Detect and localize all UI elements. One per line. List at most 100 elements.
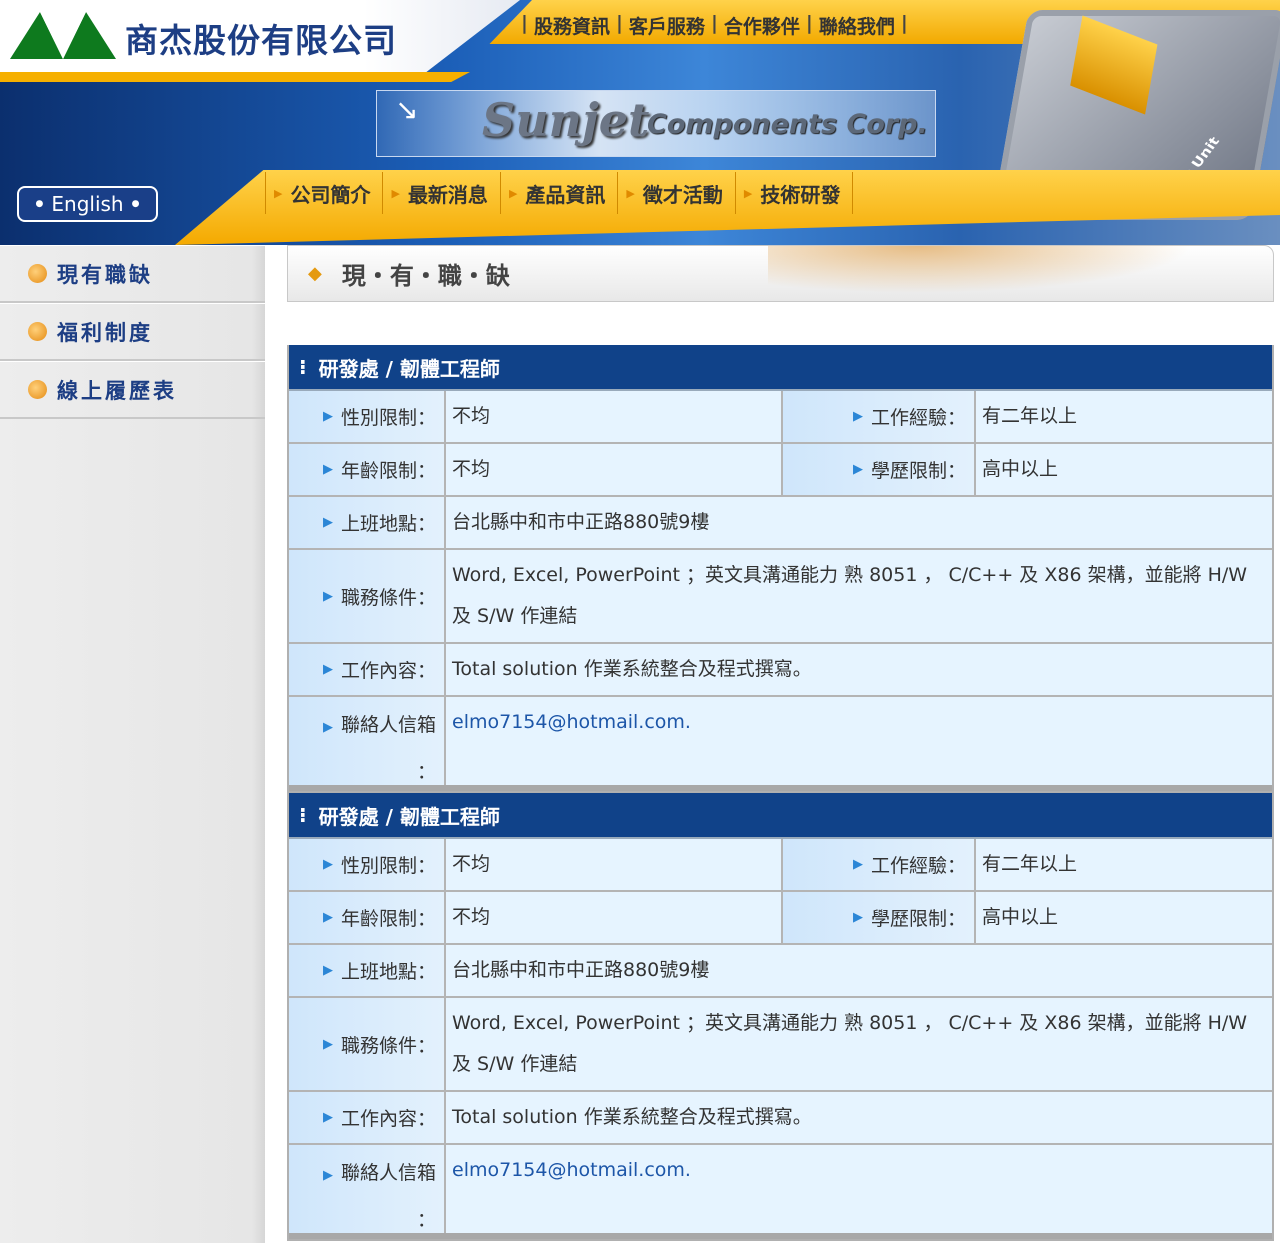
table-row: ▶ 年齡限制： 不均 ▶ 學歷限制： 高中以上: [289, 444, 1272, 497]
label-text: 年齡限制：: [340, 460, 436, 482]
arrow-right-icon: ▶: [322, 1168, 333, 1183]
label-text: 工作經驗：: [870, 407, 966, 429]
sidebar-item-label: 線上履歷表: [57, 378, 177, 403]
arrow-right-icon: ▶: [322, 1036, 333, 1052]
content-value: Total solution 作業系統整合及程式撰寫。: [452, 1106, 812, 1128]
nav-rnd[interactable]: ▶ 技術研發: [734, 172, 854, 214]
gender-value: 不均: [452, 405, 491, 427]
top-nav-partners[interactable]: 合作夥伴: [724, 12, 800, 39]
arrow-right-icon: ▶: [852, 462, 863, 477]
nav-news[interactable]: ▶ 最新消息: [382, 172, 499, 214]
nav-label: 產品資訊: [525, 182, 606, 207]
top-nav-shareholder[interactable]: 股務資訊: [534, 12, 610, 39]
experience-value: 有二年以上: [982, 405, 1078, 427]
separator: |: [805, 12, 813, 34]
nav-recruitment[interactable]: ▶ 徵才活動: [617, 172, 734, 214]
label-text: 年齡限制：: [340, 908, 436, 930]
dots-icon: ⁝: [299, 355, 307, 379]
english-button[interactable]: ● English ●: [17, 186, 158, 222]
arrow-right-icon: ▶: [322, 720, 333, 735]
age-value: 不均: [452, 458, 491, 480]
sidebar-item-resume[interactable]: 線上履歷表: [0, 361, 265, 419]
table-row: ▶ 性別限制： 不均 ▶ 工作經驗： 有二年以上: [289, 391, 1272, 444]
table-row: ▶ 職務條件： Word, Excel, PowerPoint ；英文具溝通能力 熟…: [289, 998, 1272, 1092]
field-label: ▶ 工作內容：: [289, 644, 446, 695]
field-label: ▶ 年齡限制：: [289, 444, 446, 495]
table-row: ▶ 性別限制： 不均 ▶ 工作經驗： 有二年以上: [289, 839, 1272, 892]
field-label: ▶ 聯絡人信箱 ：: [289, 1145, 446, 1233]
nav-products[interactable]: ▶ 產品資訊: [499, 172, 617, 214]
triangle-icon: ▶: [626, 186, 635, 200]
content-value: Total solution 作業系統整合及程式撰寫。: [452, 658, 812, 680]
label-text: 職務條件：: [340, 586, 436, 609]
gender-value: 不均: [452, 853, 491, 875]
dots-icon: ⁝: [299, 803, 307, 827]
label-text: 職務條件：: [340, 1034, 436, 1057]
arrow-right-icon: ▶: [322, 588, 333, 604]
label-colon: ：: [416, 761, 436, 783]
email-link[interactable]: elmo7154@hotmail.com.: [452, 702, 691, 743]
arrow-right-icon: ▶: [322, 963, 333, 978]
field-label: ▶ 聯絡人信箱 ：: [289, 697, 446, 785]
job-table: ⁝ 研發處 / 韌體工程師 ▶ 性別限制： 不均 ▶ 工作經驗： 有二年以上 ▶ 年齡限制： 不…: [287, 793, 1274, 1241]
requirements-value: Word, Excel, PowerPoint ；英文具溝通能力 熟 8051 …: [452, 564, 1248, 627]
job-title: 研發處 / 韌體工程師: [318, 804, 500, 829]
label-text: 聯絡人信箱: [340, 1162, 436, 1184]
page-title-bar: ◆ 現・有・職・缺: [287, 245, 1274, 302]
table-row: ▶ 上班地點： 台北縣中和市中正路880號9樓: [289, 497, 1272, 550]
field-label: ▶ 性別限制：: [289, 391, 446, 442]
top-nav-customer-service[interactable]: 客戶服務: [629, 12, 705, 39]
job-list: ⁝ 研發處 / 韌體工程師 ▶ 性別限制： 不均 ▶ 工作經驗： 有二年以上 ▶ 年齡限制： 不…: [287, 345, 1274, 1241]
field-label: ▶ 學歷限制：: [781, 892, 976, 943]
brand-word: Sunjet: [482, 93, 650, 147]
experience-value: 有二年以上: [982, 853, 1078, 875]
job-title-bar: ⁝ 研發處 / 韌體工程師: [289, 345, 1272, 391]
requirements-value: Word, Excel, PowerPoint ；英文具溝通能力 熟 8051 …: [452, 1012, 1248, 1075]
bullet-icon: [28, 322, 47, 341]
top-nav-contact[interactable]: 聯絡我們: [819, 12, 895, 39]
email-link[interactable]: elmo7154@hotmail.com.: [452, 1150, 691, 1191]
label-text: 上班地點：: [340, 961, 436, 983]
company-logo-icon[interactable]: [10, 12, 116, 59]
label-text: 學歷限制：: [870, 908, 966, 930]
sidebar-item-benefits[interactable]: 福利制度: [0, 303, 265, 361]
bullet-icon: [28, 380, 47, 399]
field-label: ▶ 性別限制：: [289, 839, 446, 890]
arrow-right-icon: ▶: [852, 857, 863, 872]
label-text: 性別限制：: [340, 855, 436, 877]
nav-about[interactable]: ▶ 公司簡介: [265, 172, 382, 214]
arrow-right-icon: ▶: [322, 910, 333, 925]
english-label: English: [51, 192, 124, 216]
label-text: 工作經驗：: [870, 855, 966, 877]
label-text: 性別限制：: [340, 407, 436, 429]
nav-label: 最新消息: [407, 182, 488, 207]
main-nav: ▶ 公司簡介 ▶ 最新消息 ▶ 產品資訊 ▶ 徵才活動 ▶ 技術研發: [265, 172, 854, 214]
triangle-icon: ▶: [508, 186, 518, 200]
separator: |: [615, 12, 623, 34]
table-row: ▶ 聯絡人信箱 ： elmo7154@hotmail.com.: [289, 1145, 1272, 1239]
field-label: ▶ 上班地點：: [289, 497, 446, 548]
label-text: 聯絡人信箱: [340, 714, 436, 736]
arrow-right-icon: ▶: [322, 857, 333, 872]
location-value: 台北縣中和市中正路880號9樓: [452, 511, 710, 533]
diamond-icon: ◆: [308, 263, 322, 284]
table-row: ▶ 聯絡人信箱 ： elmo7154@hotmail.com.: [289, 697, 1272, 791]
arrow-right-icon: ▶: [322, 515, 333, 530]
label-text: 學歷限制：: [870, 460, 966, 482]
field-label: ▶ 工作內容：: [289, 1092, 446, 1143]
nav-label: 技術研發: [760, 182, 841, 207]
brand-banner: ↘ Sunjet Components Corp.: [376, 90, 936, 157]
arrow-right-icon: ▶: [852, 409, 863, 424]
label-colon: ：: [416, 1209, 436, 1231]
company-name: 商杰股份有限公司: [125, 21, 397, 60]
arrow-right-icon: ▶: [322, 1110, 333, 1125]
age-value: 不均: [452, 906, 491, 928]
page-title: 現・有・職・缺: [341, 262, 510, 290]
education-value: 高中以上: [982, 458, 1059, 480]
table-row: ▶ 年齡限制： 不均 ▶ 學歷限制： 高中以上: [289, 892, 1272, 945]
arrow-icon: ↘: [395, 93, 419, 126]
sidebar-item-openings[interactable]: 現有職缺: [0, 245, 265, 303]
field-label: ▶ 年齡限制：: [289, 892, 446, 943]
arrow-right-icon: ▶: [322, 662, 333, 677]
job-title: 研發處 / 韌體工程師: [318, 356, 500, 381]
